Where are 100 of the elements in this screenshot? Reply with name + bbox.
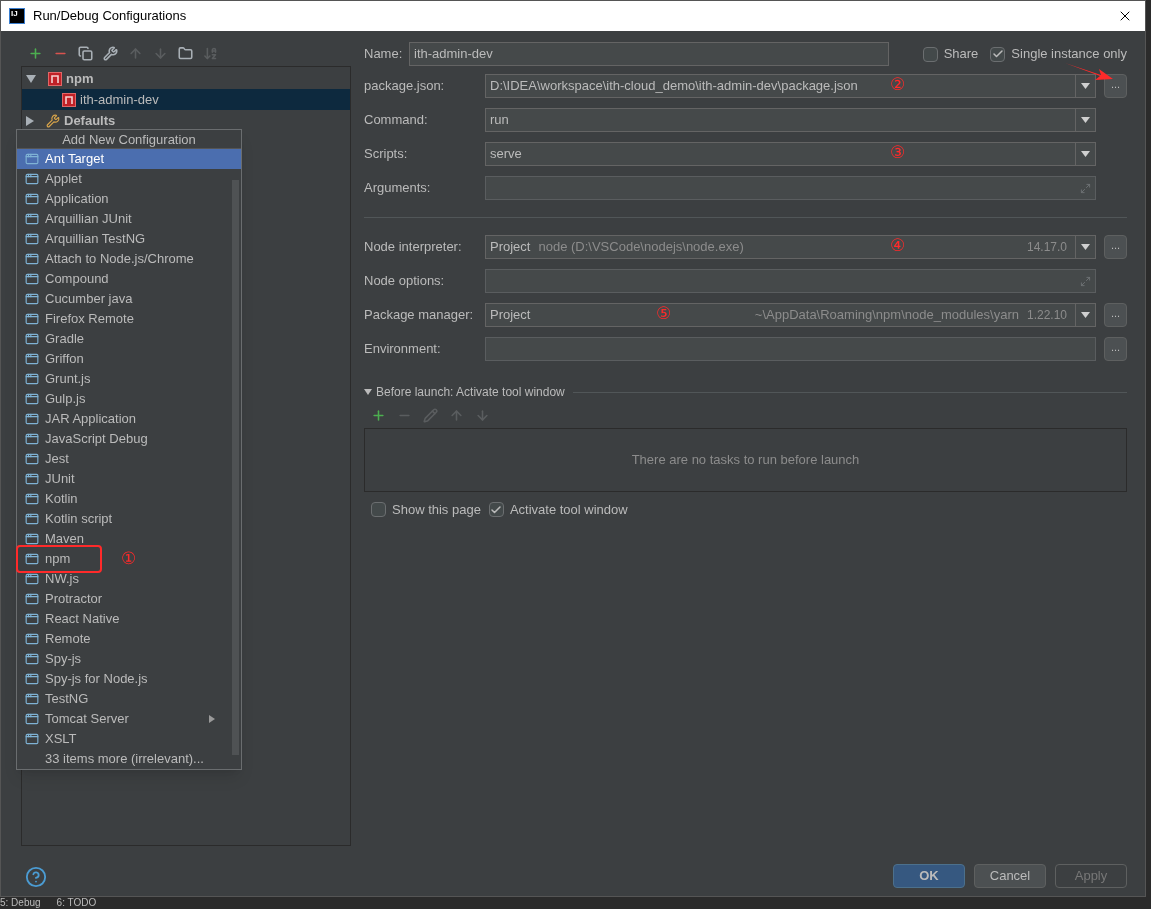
- config-type-icon: [25, 312, 39, 326]
- field-label: Name:: [364, 45, 404, 64]
- checkbox[interactable]: [488, 502, 504, 518]
- menu-item[interactable]: JAR Application: [17, 409, 241, 429]
- folder-icon[interactable]: [177, 45, 193, 61]
- menu-item[interactable]: Jest: [17, 449, 241, 469]
- menu-item[interactable]: Gradle: [17, 329, 241, 349]
- window-title: Run/Debug Configurations: [33, 7, 187, 26]
- browse-button[interactable]: ...: [1104, 337, 1127, 361]
- tree-item[interactable]: npm: [22, 68, 350, 89]
- field-label: package.json:: [364, 77, 446, 96]
- browse-button[interactable]: ...: [1104, 303, 1127, 327]
- menu-item[interactable]: Firefox Remote: [17, 309, 241, 329]
- add-icon[interactable]: [370, 407, 386, 423]
- field-label: Package manager:: [364, 306, 475, 325]
- config-type-icon: [25, 412, 39, 426]
- field-value: Project: [489, 238, 531, 257]
- checkbox[interactable]: [922, 46, 938, 62]
- wrench-icon: [46, 113, 60, 128]
- help-icon[interactable]: [25, 866, 47, 888]
- field-value: Project: [489, 306, 531, 325]
- dialog-button[interactable]: Cancel: [974, 864, 1046, 888]
- menu-item[interactable]: Spy-js: [17, 649, 241, 669]
- config-type-icon: [25, 292, 39, 306]
- checkbox-label: Single instance only: [1011, 45, 1127, 64]
- config-type-icon: [25, 672, 39, 686]
- config-type-icon: [25, 732, 39, 746]
- config-type-icon: [25, 652, 39, 666]
- checkbox[interactable]: [990, 46, 1006, 62]
- menu-item[interactable]: Grunt.js: [17, 369, 241, 389]
- menu-item[interactable]: 33 items more (irrelevant)...: [17, 749, 241, 769]
- menu-item[interactable]: Kotlin: [17, 489, 241, 509]
- config-type-icon: [25, 372, 39, 386]
- tree-item[interactable]: ith-admin-dev: [22, 89, 350, 110]
- collapse-triangle-icon[interactable]: [26, 115, 34, 126]
- tree-item[interactable]: Defaults: [22, 110, 350, 131]
- config-type-icon: [25, 572, 39, 586]
- config-type-icon: [25, 192, 39, 206]
- config-type-icon: [25, 212, 39, 226]
- menu-item[interactable]: JavaScript Debug: [17, 429, 241, 449]
- menu-item[interactable]: NW.js: [17, 569, 241, 589]
- menu-item[interactable]: Compound: [17, 269, 241, 289]
- annotation-number: ③: [890, 144, 906, 161]
- menu-item[interactable]: npm ①: [17, 549, 241, 569]
- field-value: serve: [489, 145, 522, 164]
- field-label: Arguments:: [364, 179, 432, 198]
- field-label: Node options:: [364, 272, 446, 291]
- menu-item[interactable]: JUnit: [17, 469, 241, 489]
- config-type-icon: [25, 452, 39, 466]
- menu-item[interactable]: Protractor: [17, 589, 241, 609]
- menu-item[interactable]: React Native: [17, 609, 241, 629]
- config-type-icon: [25, 692, 39, 706]
- config-type-icon: [25, 512, 39, 526]
- config-type-icon: [25, 252, 39, 266]
- input-field[interactable]: [485, 337, 1096, 361]
- version-label: 1.22.10: [1026, 307, 1068, 324]
- input-field[interactable]: [485, 176, 1096, 200]
- menu-item[interactable]: TestNG: [17, 689, 241, 709]
- menu-item[interactable]: Application: [17, 189, 241, 209]
- menu-item[interactable]: Spy-js for Node.js: [17, 669, 241, 689]
- browse-button[interactable]: ...: [1104, 74, 1127, 98]
- dropdown-field[interactable]: run: [485, 108, 1096, 132]
- menu-item[interactable]: Griffon: [17, 349, 241, 369]
- menu-item[interactable]: Applet: [17, 169, 241, 189]
- field-detail: ~\AppData\Roaming\npm\node_modules\yarn: [754, 306, 1020, 325]
- app-logo: IJ: [9, 8, 25, 24]
- wrench-icon[interactable]: [102, 45, 118, 61]
- name-field[interactable]: ith-admin-dev: [409, 42, 889, 66]
- menu-item[interactable]: Ant Target: [17, 149, 241, 169]
- menu-item[interactable]: XSLT: [17, 729, 241, 749]
- npm-icon: [62, 92, 76, 107]
- menu-item[interactable]: Arquillian TestNG: [17, 229, 241, 249]
- add-icon[interactable]: [27, 45, 43, 61]
- menu-item[interactable]: Maven: [17, 529, 241, 549]
- config-type-icon: [25, 232, 39, 246]
- tool-window-tab[interactable]: 6: TODO: [56, 897, 97, 909]
- popup-title: Add New Configuration: [17, 130, 241, 149]
- menu-item[interactable]: Tomcat Server: [17, 709, 241, 729]
- checkbox[interactable]: [371, 502, 386, 518]
- menu-item[interactable]: Arquillian JUnit: [17, 209, 241, 229]
- copy-icon[interactable]: [77, 45, 93, 61]
- menu-item[interactable]: Kotlin script: [17, 509, 241, 529]
- annotation-number: ①: [121, 550, 136, 567]
- field-label: Scripts:: [364, 145, 409, 164]
- dialog-button[interactable]: OK: [893, 864, 965, 888]
- config-type-icon: [25, 172, 39, 186]
- menu-item[interactable]: Gulp.js: [17, 389, 241, 409]
- expand-triangle-icon[interactable]: [26, 74, 36, 83]
- browse-button[interactable]: ...: [1104, 235, 1127, 259]
- expand-triangle-icon[interactable]: [364, 389, 372, 395]
- menu-item[interactable]: Attach to Node.js/Chrome: [17, 249, 241, 269]
- input-field[interactable]: [485, 269, 1096, 293]
- version-label: 14.17.0: [1026, 239, 1068, 256]
- tool-window-tab[interactable]: 5: Debug: [0, 897, 41, 909]
- field-label: Node interpreter:: [364, 238, 463, 257]
- menu-item[interactable]: Cucumber java: [17, 289, 241, 309]
- config-type-icon: [25, 492, 39, 506]
- config-type-icon: [25, 152, 39, 166]
- menu-item[interactable]: Remote: [17, 629, 241, 649]
- config-type-icon: [25, 612, 39, 626]
